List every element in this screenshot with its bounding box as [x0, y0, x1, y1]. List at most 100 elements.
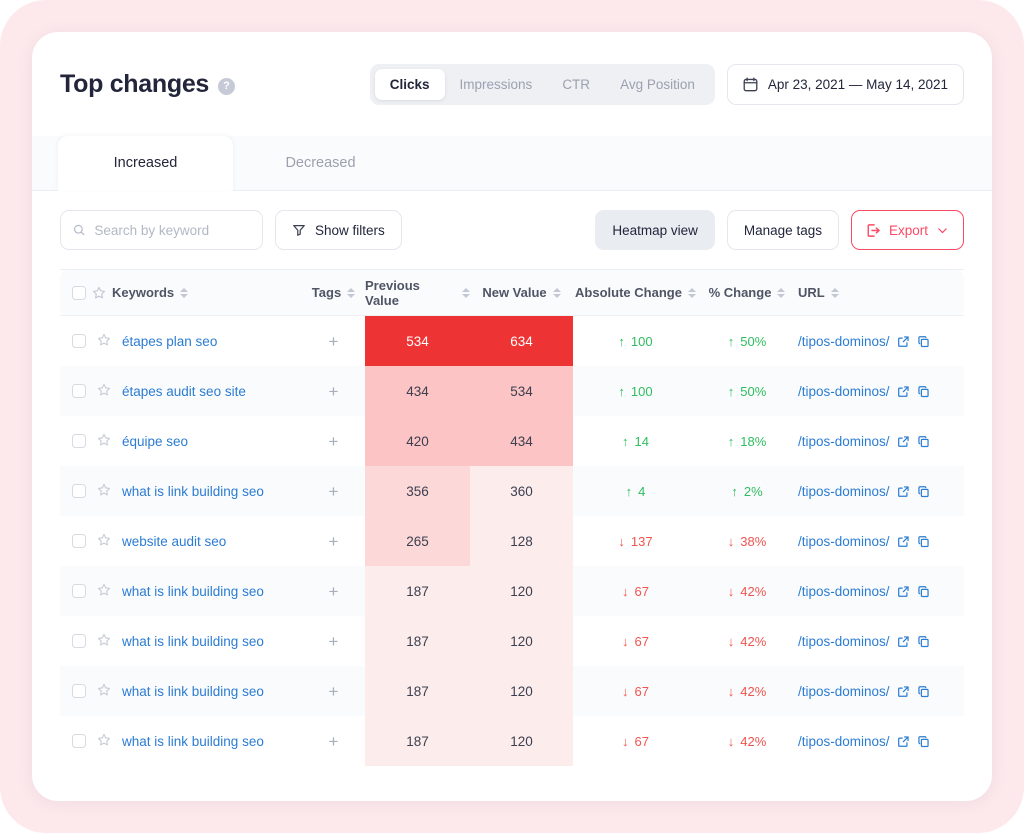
- external-link-icon[interactable]: [897, 685, 910, 698]
- keyword-link[interactable]: what is link building seo: [122, 484, 264, 499]
- copy-icon[interactable]: [917, 685, 930, 698]
- col-tags[interactable]: Tags: [302, 269, 365, 316]
- sort-icon-url[interactable]: [830, 287, 839, 298]
- show-filters-button[interactable]: Show filters: [275, 210, 402, 250]
- add-tag-button[interactable]: +: [329, 683, 339, 700]
- url-link[interactable]: /tipos-dominos/: [798, 534, 890, 549]
- row-checkbox[interactable]: [72, 734, 86, 748]
- table-row[interactable]: what is link building seo +187 120 ↓ 67 ↓ 42% /…: [60, 616, 964, 666]
- add-tag-button[interactable]: +: [329, 483, 339, 500]
- star-icon[interactable]: [97, 383, 111, 397]
- favorite-star-icon[interactable]: [97, 733, 111, 750]
- metric-tab-ctr[interactable]: CTR: [547, 69, 605, 100]
- table-row[interactable]: what is link building seo +187 120 ↓ 67 ↓ 42% /…: [60, 566, 964, 616]
- copy-icon[interactable]: [917, 635, 930, 648]
- url-link[interactable]: /tipos-dominos/: [798, 334, 890, 349]
- external-link-icon[interactable]: [897, 735, 910, 748]
- star-icon[interactable]: [97, 633, 111, 647]
- metric-tab-avg-position[interactable]: Avg Position: [605, 69, 710, 100]
- row-checkbox[interactable]: [72, 484, 86, 498]
- star-icon[interactable]: [97, 433, 111, 447]
- copy-icon[interactable]: [917, 535, 930, 548]
- url-link[interactable]: /tipos-dominos/: [798, 384, 890, 399]
- sort-icon-absolute-change[interactable]: [687, 287, 696, 298]
- favorite-star-icon[interactable]: [97, 633, 111, 650]
- row-checkbox[interactable]: [72, 384, 86, 398]
- row-checkbox[interactable]: [72, 684, 86, 698]
- external-link-icon[interactable]: [897, 435, 910, 448]
- star-icon[interactable]: [97, 333, 111, 347]
- col-absolute-change[interactable]: Absolute Change: [573, 269, 698, 316]
- favorite-star-icon[interactable]: [97, 433, 111, 450]
- star-icon[interactable]: [97, 733, 111, 747]
- external-link-icon[interactable]: [897, 385, 910, 398]
- favorite-star-icon[interactable]: [97, 583, 111, 600]
- favorite-star-icon[interactable]: [97, 533, 111, 550]
- row-checkbox[interactable]: [72, 634, 86, 648]
- star-icon[interactable]: [97, 583, 111, 597]
- copy-icon[interactable]: [917, 435, 930, 448]
- sort-icon-tags[interactable]: [347, 287, 356, 298]
- table-row[interactable]: website audit seo +265 128 ↓ 137 ↓ 38% /tipos-d…: [60, 516, 964, 566]
- row-checkbox[interactable]: [72, 584, 86, 598]
- table-row[interactable]: what is link building seo +187 120 ↓ 67 ↓ 42% /…: [60, 716, 964, 766]
- add-tag-button[interactable]: +: [329, 333, 339, 350]
- select-all-checkbox[interactable]: [72, 285, 86, 300]
- url-link[interactable]: /tipos-dominos/: [798, 434, 890, 449]
- metric-tab-clicks[interactable]: Clicks: [374, 68, 445, 100]
- star-icon[interactable]: [97, 533, 111, 547]
- date-range-picker[interactable]: Apr 23, 2021 — May 14, 2021: [726, 63, 964, 105]
- add-tag-button[interactable]: +: [329, 583, 339, 600]
- col-new-value[interactable]: New Value: [470, 269, 573, 316]
- favorite-star-icon[interactable]: [97, 683, 111, 700]
- tab-decreased[interactable]: Decreased: [233, 136, 408, 190]
- heatmap-view-button[interactable]: Heatmap view: [595, 210, 715, 250]
- favorite-star-icon[interactable]: [97, 483, 111, 500]
- sort-icon-previous-value[interactable]: [462, 287, 470, 298]
- url-link[interactable]: /tipos-dominos/: [798, 684, 890, 699]
- copy-icon[interactable]: [917, 585, 930, 598]
- url-link[interactable]: /tipos-dominos/: [798, 634, 890, 649]
- keyword-link[interactable]: website audit seo: [122, 534, 226, 549]
- keyword-link[interactable]: what is link building seo: [122, 684, 264, 699]
- table-row[interactable]: what is link building seo +356 360 ↑ 4 ↑ 2%/ti…: [60, 466, 964, 516]
- copy-icon[interactable]: [917, 485, 930, 498]
- manage-tags-button[interactable]: Manage tags: [726, 210, 839, 250]
- add-tag-button[interactable]: +: [329, 733, 339, 750]
- copy-icon[interactable]: [917, 735, 930, 748]
- url-link[interactable]: /tipos-dominos/: [798, 484, 890, 499]
- star-icon[interactable]: [97, 483, 111, 497]
- keyword-link[interactable]: étapes audit seo site: [122, 384, 246, 399]
- sort-icon-percent-change[interactable]: [777, 287, 786, 298]
- row-checkbox[interactable]: [72, 534, 86, 548]
- url-link[interactable]: /tipos-dominos/: [798, 584, 890, 599]
- search-box[interactable]: [60, 210, 263, 250]
- external-link-icon[interactable]: [897, 635, 910, 648]
- col-url[interactable]: URL: [796, 269, 964, 316]
- row-checkbox[interactable]: [72, 334, 86, 348]
- sort-icon-new-value[interactable]: [552, 287, 561, 298]
- table-row[interactable]: étapes plan seo +534 634 ↑ 100 ↑ 50% /tipos-dom…: [60, 316, 964, 366]
- add-tag-button[interactable]: +: [329, 533, 339, 550]
- copy-icon[interactable]: [917, 385, 930, 398]
- keyword-link[interactable]: what is link building seo: [122, 634, 264, 649]
- col-percent-change[interactable]: % Change: [698, 269, 796, 316]
- tab-increased[interactable]: Increased: [58, 136, 233, 191]
- col-previous-value[interactable]: Previous Value: [365, 269, 470, 316]
- keyword-link[interactable]: what is link building seo: [122, 734, 264, 749]
- add-tag-button[interactable]: +: [329, 633, 339, 650]
- metric-tab-impressions[interactable]: Impressions: [445, 69, 548, 100]
- external-link-icon[interactable]: [897, 485, 910, 498]
- question-mark-icon[interactable]: ?: [218, 77, 236, 95]
- url-link[interactable]: /tipos-dominos/: [798, 734, 890, 749]
- external-link-icon[interactable]: [897, 585, 910, 598]
- copy-icon[interactable]: [917, 335, 930, 348]
- add-tag-button[interactable]: +: [329, 433, 339, 450]
- col-keywords[interactable]: Keywords: [60, 269, 302, 316]
- export-button[interactable]: Export: [850, 210, 964, 250]
- row-checkbox[interactable]: [72, 434, 86, 448]
- star-icon[interactable]: [92, 286, 106, 300]
- external-link-icon[interactable]: [897, 335, 910, 348]
- search-input[interactable]: [94, 222, 250, 238]
- favorite-star-icon[interactable]: [97, 383, 111, 400]
